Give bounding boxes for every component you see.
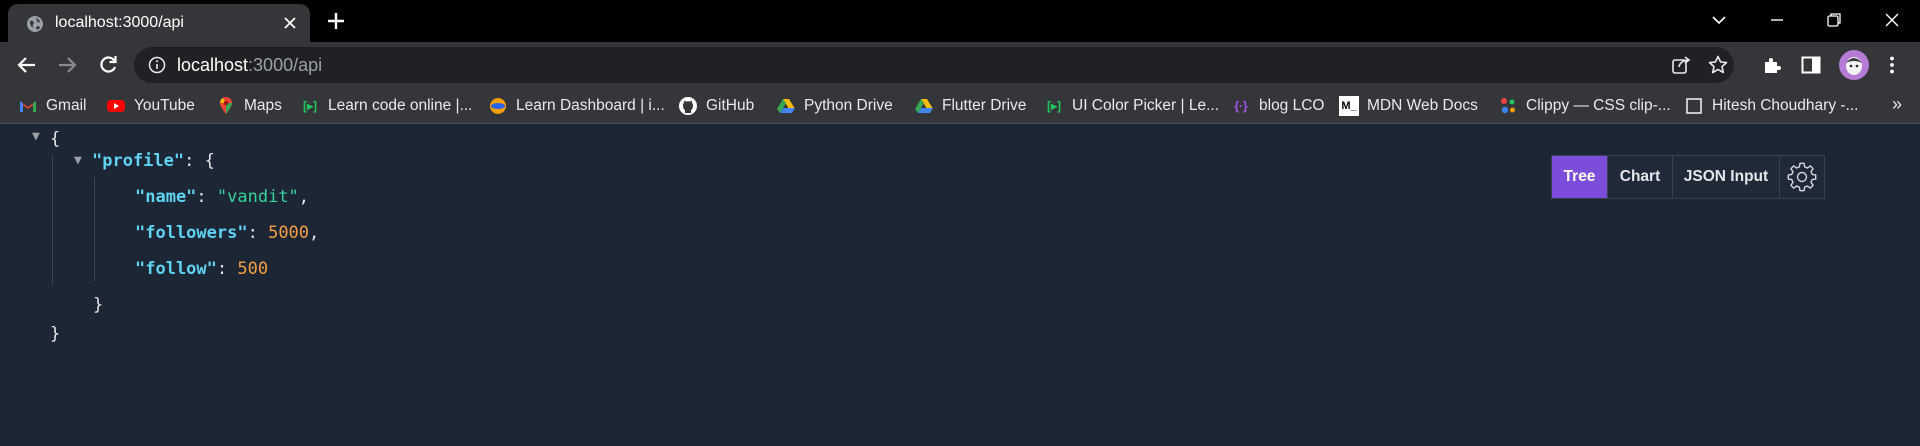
- tab-search-chevron-icon[interactable]: [1707, 8, 1731, 32]
- bookmark-gmail[interactable]: Gmail: [18, 94, 86, 118]
- profile-line: "profile": {: [92, 151, 215, 171]
- bookmark-clippy[interactable]: Clippy — CSS clip-...: [1498, 94, 1671, 118]
- address-bar[interactable]: localhost:3000/api: [134, 47, 1734, 83]
- share-icon[interactable]: [1670, 54, 1692, 76]
- root-indent-guide: [52, 155, 53, 285]
- bookmark-label: Maps: [244, 97, 282, 114]
- url-text: localhost:3000/api: [177, 55, 322, 76]
- url-host: localhost: [177, 55, 249, 75]
- profile-open: : {: [184, 151, 215, 171]
- field-comma: ,: [298, 187, 310, 207]
- bookmark-label: MDN Web Docs: [1367, 97, 1478, 114]
- bookmark-flutter-drive[interactable]: Flutter Drive: [914, 94, 1026, 118]
- field-separator: :: [196, 187, 217, 207]
- field-separator: :: [216, 259, 238, 279]
- maps-pin-icon: [220, 97, 232, 114]
- root-open-brace: {: [50, 129, 61, 149]
- bookmark-learn-code-online[interactable]: [▸] Learn code online |...: [300, 94, 473, 118]
- profile-indent-guide: [94, 177, 95, 281]
- browser-tab[interactable]: localhost:3000/api: [8, 4, 310, 42]
- field-row-name: "name": "vandit",: [135, 187, 309, 207]
- bookmark-star-icon[interactable]: [1707, 54, 1729, 76]
- settings-button[interactable]: [1780, 156, 1824, 198]
- bookmark-mdn-web-docs[interactable]: M_ MDN Web Docs: [1339, 94, 1478, 118]
- side-panel-icon[interactable]: [1799, 53, 1823, 77]
- bookmarks-overflow-chevron-icon[interactable]: »: [1892, 94, 1902, 115]
- code-braces-icon: {·}: [1234, 99, 1248, 113]
- field-value[interactable]: "vandit": [217, 187, 299, 207]
- field-key[interactable]: "follow": [135, 259, 217, 279]
- clippy-icon: [1501, 98, 1515, 114]
- collapse-profile-triangle-icon[interactable]: ▼: [74, 153, 82, 168]
- code-brackets-icon: [▸]: [1046, 99, 1061, 113]
- profile-avatar[interactable]: [1839, 50, 1869, 80]
- forward-arrow-icon[interactable]: [55, 53, 79, 77]
- bookmark-youtube[interactable]: YouTube: [106, 94, 195, 118]
- bookmark-label: UI Color Picker | Le...: [1072, 97, 1220, 114]
- close-window-icon[interactable]: [1880, 8, 1904, 32]
- browser-toolbar: localhost:3000/api: [0, 42, 1920, 88]
- field-row-followers: "followers": 5000,: [135, 223, 319, 243]
- tab-title: localhost:3000/api: [55, 14, 184, 31]
- tab-strip: localhost:3000/api: [0, 0, 1920, 42]
- bookmark-learn-dashboard[interactable]: Learn Dashboard | i...: [488, 94, 665, 118]
- minimize-icon[interactable]: [1765, 8, 1789, 32]
- field-value[interactable]: 5000: [268, 223, 309, 243]
- field-comma: ,: [309, 223, 320, 243]
- tab-chart[interactable]: Chart: [1608, 156, 1673, 198]
- new-tab-icon[interactable]: [324, 9, 348, 33]
- github-icon: [679, 97, 697, 115]
- bookmark-python-drive[interactable]: Python Drive: [776, 94, 893, 118]
- close-tab-icon[interactable]: [280, 13, 300, 33]
- site-info-icon[interactable]: [148, 56, 166, 74]
- field-row-follow: "follow": 500: [135, 259, 268, 279]
- profile-key[interactable]: "profile": [92, 151, 184, 171]
- extensions-puzzle-icon[interactable]: [1760, 53, 1784, 77]
- code-brackets-icon: [▸]: [302, 99, 317, 113]
- tab-json-input[interactable]: JSON Input: [1673, 156, 1780, 198]
- bookmark-label: Flutter Drive: [942, 97, 1027, 114]
- back-arrow-icon[interactable]: [15, 53, 39, 77]
- json-viewer: ▼ { ▼ "profile": { "name": "vandit", "fo…: [0, 125, 1920, 446]
- bookmark-label: Learn Dashboard | i...: [516, 97, 665, 114]
- bookmark-hitesh-choudhary[interactable]: Hitesh Choudhary -...: [1684, 94, 1858, 118]
- collapse-root-triangle-icon[interactable]: ▼: [32, 129, 40, 144]
- bookmark-label: GitHub: [706, 97, 755, 114]
- bookmark-label: Hitesh Choudhary -...: [1712, 97, 1859, 114]
- drive-icon: [915, 99, 933, 113]
- view-mode-switcher: Tree Chart JSON Input: [1551, 155, 1825, 199]
- bookmark-github[interactable]: GitHub: [678, 94, 754, 118]
- bookmark-maps[interactable]: Maps: [216, 94, 282, 118]
- field-key[interactable]: "name": [135, 187, 196, 207]
- bookmark-ui-color-picker[interactable]: [▸] UI Color Picker | Le...: [1044, 94, 1219, 118]
- bookmark-label: YouTube: [134, 97, 195, 114]
- youtube-icon: [107, 100, 125, 112]
- bookmark-label: Gmail: [46, 97, 87, 114]
- avatar-character-icon: [1846, 57, 1862, 75]
- mdn-icon: M_: [1339, 96, 1359, 116]
- tab-tree[interactable]: Tree: [1552, 156, 1608, 198]
- bookmark-label: blog LCO: [1259, 97, 1325, 114]
- bookmark-label: Python Drive: [804, 97, 893, 114]
- dashboard-icon: [490, 98, 506, 114]
- profile-close-brace: }: [93, 295, 104, 315]
- restore-icon[interactable]: [1822, 8, 1846, 32]
- gmail-icon: [20, 101, 36, 112]
- chrome-menu-icon[interactable]: [1880, 53, 1904, 77]
- field-separator: :: [247, 223, 269, 243]
- field-value[interactable]: 500: [237, 259, 268, 279]
- url-path: :3000/api: [248, 55, 323, 75]
- page-icon: [1686, 98, 1702, 114]
- root-close-brace: }: [50, 324, 61, 344]
- bookmark-blog-lco[interactable]: {·} blog LCO: [1231, 94, 1324, 118]
- field-key[interactable]: "followers": [135, 223, 248, 243]
- bookmark-label: Learn code online |...: [328, 97, 473, 114]
- gear-icon: [1787, 162, 1817, 192]
- reload-icon[interactable]: [96, 53, 120, 77]
- drive-icon: [777, 99, 795, 113]
- globe-icon: [27, 16, 43, 32]
- bookmark-label: Clippy — CSS clip-...: [1526, 97, 1671, 114]
- bookmarks-bar: Gmail YouTube Maps [▸] Learn code online…: [0, 88, 1920, 124]
